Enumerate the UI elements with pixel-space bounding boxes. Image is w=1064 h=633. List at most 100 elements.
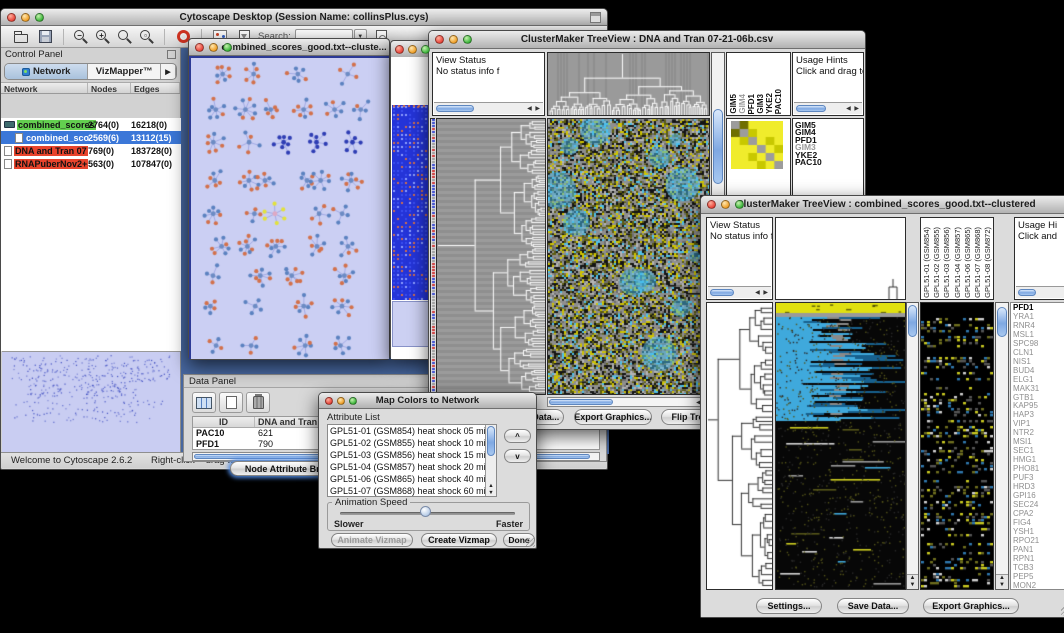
attribute-list-item[interactable]: GPL51-04 (GSM857) heat shock 20 min xyxy=(328,461,496,473)
column-label[interactable]: YKE2 xyxy=(765,93,774,114)
detail-heatmap-canvas[interactable] xyxy=(921,303,993,589)
tab-network[interactable]: Network xyxy=(5,64,88,79)
column-label[interactable]: GIM5 xyxy=(729,94,738,114)
column-label[interactable]: GPL51-03 (GSM856) xyxy=(942,227,952,298)
dialog-titlebar[interactable]: Map Colors to Network xyxy=(319,393,536,409)
scroll-arrows-icon[interactable]: ▲▼ xyxy=(486,483,496,496)
column-label[interactable]: GPL51-04 (GSM857) xyxy=(953,227,963,298)
zoom-region-icon[interactable]: ▫ xyxy=(139,29,155,45)
table-icon[interactable] xyxy=(192,392,216,413)
tab-vizmapper[interactable]: VizMapper™ xyxy=(88,64,161,79)
column-label[interactable]: PFD1 xyxy=(747,94,756,114)
global-heatmap-panel[interactable] xyxy=(775,302,906,590)
close-button[interactable] xyxy=(435,35,444,44)
close-button[interactable] xyxy=(7,13,16,22)
column-label[interactable]: GPL51-02 (GSM855) xyxy=(932,227,942,298)
column-label[interactable]: GPL51-01 (GSM854) xyxy=(922,227,932,298)
main-titlebar[interactable]: Cytoscape Desktop (Session Name: collins… xyxy=(1,9,607,26)
attribute-list-item[interactable]: GPL51-03 (GSM856) heat shock 15 min xyxy=(328,449,496,461)
row-dendrogram-panel[interactable] xyxy=(436,118,546,395)
row-dendrogram-canvas[interactable] xyxy=(707,303,772,589)
zoom-out-icon[interactable]: − xyxy=(73,29,89,45)
zoom-button[interactable] xyxy=(421,45,430,54)
attribute-list-item[interactable]: GPL51-02 (GSM855) heat shock 10 min xyxy=(328,437,496,449)
close-button[interactable] xyxy=(395,45,404,54)
close-button[interactable] xyxy=(195,43,204,52)
move-down-button[interactable]: v xyxy=(504,449,531,463)
view-status-scrollbar[interactable]: ◀ ▶ xyxy=(708,286,771,298)
move-up-button[interactable]: ^ xyxy=(504,429,531,443)
scrollbar-thumb[interactable] xyxy=(487,426,495,456)
tab-overflow-arrow-icon[interactable]: ▶ xyxy=(161,64,176,79)
attribute-list-item[interactable]: GPL51-01 (GSM854) heat shock 05 min xyxy=(328,425,496,437)
magnifier-icon[interactable] xyxy=(117,29,133,45)
birds-eye-view-canvas[interactable] xyxy=(2,352,178,451)
vscrollbar-thumb[interactable] xyxy=(713,109,723,184)
vscrollbar-thumb[interactable] xyxy=(997,307,1007,337)
zoom-in-icon[interactable]: + xyxy=(95,29,111,45)
network-overview-panel[interactable] xyxy=(2,351,180,452)
zoom-heatmap-canvas[interactable] xyxy=(731,121,783,169)
animate-vizmap-button[interactable]: Animate Vizmap xyxy=(331,533,413,547)
export-graphics-button[interactable]: Export Graphics... xyxy=(923,598,1019,614)
column-label[interactable]: GPL51-06 (GSM865) xyxy=(963,227,973,298)
open-folder-icon[interactable] xyxy=(12,28,30,46)
row-dendrogram-canvas[interactable] xyxy=(437,119,545,394)
zoom-button[interactable] xyxy=(349,397,357,405)
speed-slider-thumb[interactable] xyxy=(420,506,431,517)
float-panel-icon[interactable] xyxy=(167,50,176,59)
save-data-button[interactable]: Save Data... xyxy=(837,598,909,614)
column-labels-panel[interactable]: GPL51-01 (GSM854)GPL51-02 (GSM855)GPL51-… xyxy=(920,217,994,300)
attribute-list-item[interactable]: GPL51-07 (GSM868) heat shock 60 min xyxy=(328,485,496,497)
column-dendrogram-canvas[interactable] xyxy=(776,218,905,299)
hscrollbar-thumb[interactable] xyxy=(549,399,613,405)
column-label[interactable]: PAC10 xyxy=(774,89,783,114)
attribute-list-scrollbar[interactable]: ▲▼ xyxy=(485,425,496,496)
network-table-header[interactable]: Network Nodes Edges xyxy=(1,82,180,94)
scrollbar-thumb[interactable] xyxy=(710,289,734,296)
global-heatmap-panel[interactable] xyxy=(547,118,710,395)
close-button[interactable] xyxy=(707,200,716,209)
zoom-button[interactable] xyxy=(223,43,232,52)
minimize-button[interactable] xyxy=(21,13,30,22)
row-label[interactable]: PAC10 xyxy=(795,159,863,166)
network-row[interactable]: DNA and Tran 07769(0)183728(0) xyxy=(1,144,181,157)
treeview2-titlebar[interactable]: ClusterMaker TreeView : combined_scores_… xyxy=(701,196,1064,214)
settings-button[interactable]: Settings... xyxy=(756,598,822,614)
detail-heatmap-panel[interactable] xyxy=(920,302,994,590)
scrollbar-thumb[interactable] xyxy=(796,105,826,112)
network-window-titlebar[interactable]: combined_scores_good.txt--cluste... xyxy=(189,39,389,56)
treeview1-titlebar[interactable]: ClusterMaker TreeView : DNA and Tran 07-… xyxy=(429,31,865,49)
network-row[interactable]: combined_sco2569(6)13112(15) xyxy=(1,131,181,144)
column-label[interactable]: GIM4 xyxy=(738,94,747,114)
network-row[interactable]: RNAPuberNov2+563(0)107847(0) xyxy=(1,157,181,170)
scrollbar-thumb[interactable] xyxy=(1018,289,1036,296)
gene-labels-panel[interactable]: PFD1YRA1RNR4MSL1SPC98CLN1NIS1BUD4ELG1MAK… xyxy=(1010,302,1064,590)
detail-vscrollbar[interactable]: ▲▼ xyxy=(995,302,1009,590)
global-heatmap-canvas[interactable] xyxy=(776,303,905,589)
minimize-button[interactable] xyxy=(408,45,417,54)
minimize-button[interactable] xyxy=(721,200,730,209)
network-row[interactable]: combined_scores2764(0)16218(0) xyxy=(1,118,181,131)
scroll-arrows-icon[interactable]: ◀ ▶ xyxy=(755,289,769,296)
zoom-button[interactable] xyxy=(35,13,44,22)
export-graphics-button[interactable]: Export Graphics... xyxy=(574,409,652,425)
column-dendrogram-canvas[interactable] xyxy=(548,53,709,115)
row-dendrogram-panel[interactable] xyxy=(706,302,773,590)
gene-label[interactable]: MON2 xyxy=(1013,582,1064,590)
scroll-arrows-icon[interactable]: ◀ ▶ xyxy=(527,105,541,112)
zoom-button[interactable] xyxy=(735,200,744,209)
usage-hints-scrollbar[interactable] xyxy=(1016,286,1064,298)
vscrollbar-thumb[interactable] xyxy=(908,305,917,337)
attribute-list-item[interactable]: GPL51-06 (GSM865) heat shock 40 min xyxy=(328,473,496,485)
column-labels-panel[interactable]: GIM5GIM4PFD1GIM3YKE2PAC10 xyxy=(726,52,791,116)
resize-grip[interactable] xyxy=(526,538,535,547)
vscroll-arrows-icon[interactable]: ▲▼ xyxy=(996,574,1008,589)
minimize-button[interactable] xyxy=(337,397,345,405)
minimize-button[interactable] xyxy=(209,43,218,52)
view-status-scrollbar[interactable]: ◀ ▶ xyxy=(434,102,543,114)
column-label[interactable]: GPL51-07 (GSM868) xyxy=(973,227,983,298)
usage-hints-scrollbar[interactable]: ◀ ▶ xyxy=(794,102,862,114)
trash-icon[interactable] xyxy=(246,392,270,413)
column-dendrogram-panel[interactable] xyxy=(547,52,710,116)
